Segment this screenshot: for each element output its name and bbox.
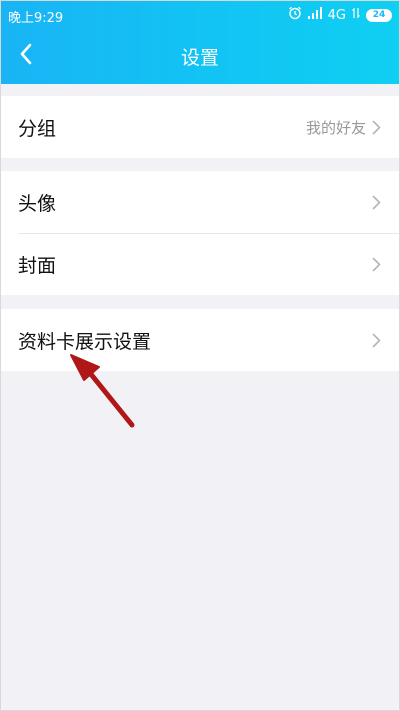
settings-group-appearance: 头像 封面 bbox=[0, 171, 400, 295]
navigation-bar: 设置 bbox=[0, 28, 400, 84]
chevron-right-icon bbox=[372, 119, 382, 135]
chevron-right-icon bbox=[372, 332, 382, 348]
alarm-icon bbox=[288, 6, 302, 24]
settings-row-avatar[interactable]: 头像 bbox=[0, 171, 400, 233]
row-label: 资料卡展示设置 bbox=[18, 330, 152, 353]
battery-icon: 24 bbox=[366, 8, 392, 22]
chevron-right-icon bbox=[372, 194, 382, 210]
data-arrows-icon bbox=[352, 7, 360, 23]
chevron-right-icon bbox=[372, 256, 382, 272]
status-bar: 晚上9:29 4G 24 bbox=[0, 0, 400, 28]
settings-row-profile-card-display[interactable]: 资料卡展示设置 bbox=[0, 309, 400, 371]
network-type: 4G bbox=[327, 7, 346, 23]
header: 晚上9:29 4G 24 设置 bbox=[0, 0, 400, 84]
signal-icon bbox=[307, 7, 322, 23]
settings-row-cover[interactable]: 封面 bbox=[0, 233, 400, 295]
status-time: 晚上9:29 bbox=[8, 11, 64, 26]
row-label: 分组 bbox=[18, 117, 57, 140]
page-title: 设置 bbox=[180, 47, 219, 69]
settings-row-group[interactable]: 分组 我的好友 bbox=[0, 96, 400, 158]
row-value: 我的好友 bbox=[305, 118, 366, 137]
settings-group-profile-card: 资料卡展示设置 bbox=[0, 309, 400, 371]
row-label: 封面 bbox=[18, 254, 57, 277]
status-icons: 4G 24 bbox=[288, 6, 392, 24]
row-label: 头像 bbox=[18, 192, 57, 215]
settings-group-grouping: 分组 我的好友 bbox=[0, 96, 400, 158]
